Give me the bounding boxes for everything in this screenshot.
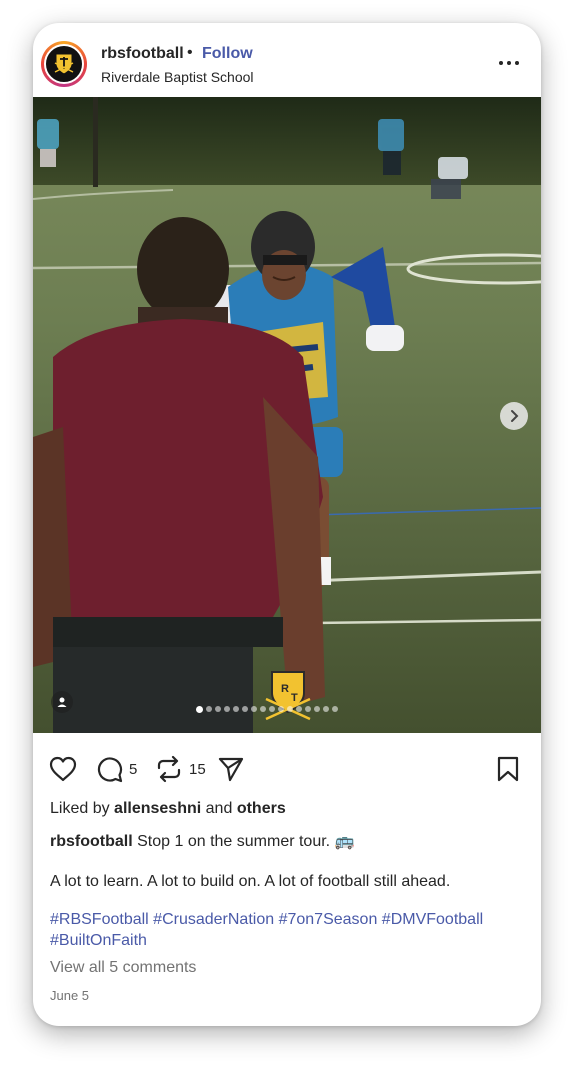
carousel-dot — [278, 706, 284, 712]
like-button[interactable] — [49, 755, 77, 783]
avatar-story-ring[interactable] — [41, 41, 87, 87]
liked-by-others[interactable]: others — [237, 800, 286, 817]
heart-icon — [49, 756, 77, 782]
carousel-dot — [242, 706, 248, 712]
hashtag-link[interactable]: #7on7Season — [279, 911, 378, 928]
paper-plane-icon — [218, 757, 244, 782]
tagged-people-button[interactable] — [51, 691, 73, 713]
carousel-dot — [196, 705, 203, 713]
separator-dot: • — [187, 44, 193, 61]
carousel-dot — [287, 706, 293, 712]
hashtag-link[interactable]: #RBSFootball — [50, 911, 149, 928]
person-tag-icon — [57, 697, 67, 707]
comment-bubble-icon — [97, 757, 123, 783]
bookmark-icon — [497, 756, 519, 782]
svg-text:T: T — [291, 692, 298, 704]
ellipsis-icon[interactable] — [499, 53, 523, 73]
school-crest-icon — [54, 53, 74, 75]
comment-button[interactable]: 5 — [95, 755, 137, 783]
action-bar: 5 15 — [33, 733, 541, 803]
carousel-dot — [233, 706, 239, 712]
caption-body: A lot to learn. A lot to build on. A lot… — [50, 873, 451, 890]
post-date: June 5 — [50, 988, 90, 1003]
carousel-next-button[interactable] — [500, 402, 528, 430]
carousel-dot — [296, 706, 302, 712]
follow-button[interactable]: Follow — [202, 45, 253, 63]
carousel-dot — [260, 706, 266, 712]
liked-by-and: and — [205, 800, 233, 817]
football-practice-photo: R T — [33, 97, 541, 733]
repost-arrows-icon — [157, 755, 181, 783]
liked-by-line: Liked by allenseshni and others — [50, 800, 286, 818]
liked-by-user[interactable]: allenseshni — [114, 800, 201, 817]
caption-line: rbsfootball Stop 1 on the summer tour. 🚌 — [50, 831, 354, 851]
carousel-dot — [215, 706, 221, 712]
carousel-dot — [224, 706, 230, 712]
carousel-dot — [323, 706, 329, 712]
liked-by-prefix: Liked by — [50, 800, 110, 817]
carousel-dot — [251, 706, 257, 712]
post-location[interactable]: Riverdale Baptist School — [101, 69, 254, 85]
post-photo[interactable]: R T — [33, 97, 541, 733]
carousel-dot — [305, 706, 311, 712]
hashtags: #RBSFootball #CrusaderNation #7on7Season… — [50, 909, 520, 951]
post-header: rbsfootball • Follow Riverdale Baptist S… — [33, 23, 541, 97]
hashtag-link[interactable]: #BuiltOnFaith — [50, 932, 147, 949]
svg-text:R: R — [281, 683, 289, 695]
repost-button[interactable]: 15 — [155, 755, 206, 783]
view-comments-link[interactable]: View all 5 comments — [50, 959, 196, 977]
avatar[interactable] — [44, 44, 84, 84]
carousel-dot — [332, 706, 338, 712]
repost-count: 15 — [189, 760, 206, 778]
hashtag-link[interactable]: #CrusaderNation — [153, 911, 274, 928]
caption-username[interactable]: rbsfootball — [50, 833, 133, 850]
chevron-right-icon — [511, 410, 519, 422]
share-button[interactable] — [217, 755, 245, 783]
carousel-indicator — [196, 705, 338, 714]
caption-text: Stop 1 on the summer tour. 🚌 — [137, 833, 355, 850]
save-button[interactable] — [496, 755, 520, 783]
hashtag-link[interactable]: #DMVFootball — [382, 911, 483, 928]
carousel-dot — [314, 706, 320, 712]
post-card: rbsfootball • Follow Riverdale Baptist S… — [33, 23, 541, 1026]
comment-count: 5 — [129, 760, 138, 778]
carousel-dot — [269, 706, 275, 712]
post-username[interactable]: rbsfootball — [101, 45, 184, 63]
carousel-dot — [206, 706, 212, 712]
